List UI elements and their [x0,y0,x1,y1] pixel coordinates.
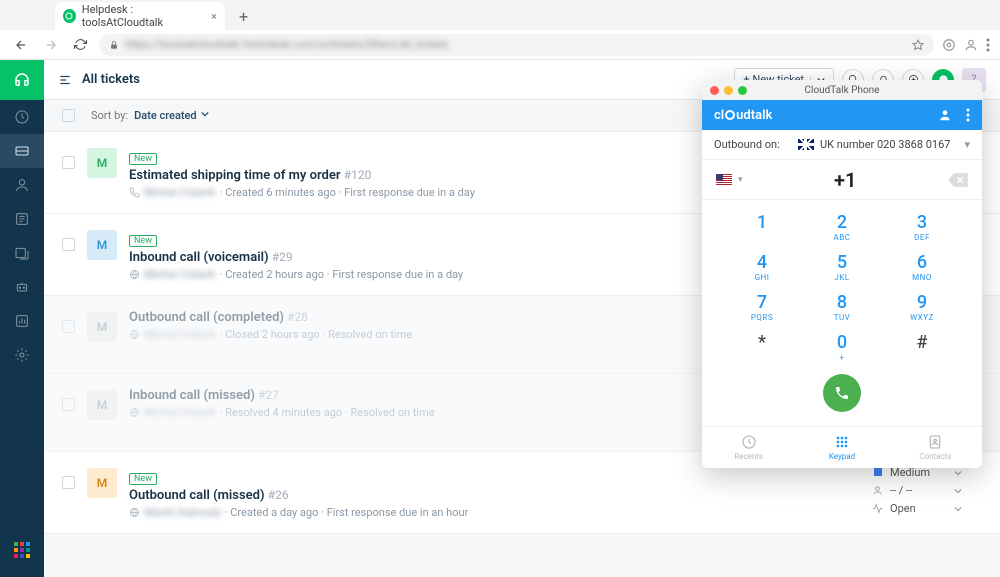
hamburger-icon[interactable] [58,73,72,87]
tab-contacts[interactable]: Contacts [889,427,982,468]
requester-name: Michal Cislarik [144,268,216,281]
sidebar-admin[interactable] [0,338,44,372]
select-all-checkbox[interactable] [62,109,75,122]
chevron-down-icon[interactable]: ▾ [964,138,970,151]
keypad-5[interactable]: 5JKL [802,252,882,282]
freshdesk-favicon [63,9,76,23]
menu-icon[interactable] [986,38,990,52]
requester-avatar: M [87,312,117,342]
phone-tabs: Recents Keypad Contacts [702,426,982,468]
sidebar-analytics[interactable] [0,304,44,338]
tab-title: Helpdesk : toolsAtCloudtalk [82,3,205,29]
dialpad: 1 2ABC3DEF 4GHI5JKL6MNO 7PQRS8TUV9WXYZ * 0+… [702,200,982,368]
phone-icon [129,187,140,198]
phone-window-title: CloudTalk Phone [702,85,982,96]
sidebar-forums[interactable] [0,236,44,270]
status-badge: New [129,235,157,247]
sidebar-contacts[interactable] [0,168,44,202]
ticket-id: #29 [272,250,293,264]
address-bar[interactable]: https://toolsatcloudtalk.freshdesk.com/a… [99,34,934,56]
browser-toolbar: https://toolsatcloudtalk.freshdesk.com/a… [0,30,1000,60]
ticket-id: #26 [268,488,289,502]
forward-button[interactable] [40,36,62,54]
globe-icon [129,329,140,340]
sidebar-tickets[interactable] [0,134,44,168]
phone-titlebar: CloudTalk Phone [702,80,982,100]
ticket-checkbox[interactable] [62,320,75,333]
sort-label: Sort by: [91,109,128,122]
sidebar-apps[interactable] [0,533,44,567]
back-button[interactable] [10,36,32,54]
profile-icon[interactable] [938,108,952,122]
phone-header: cludtalk [702,100,982,130]
browser-tab[interactable]: Helpdesk : toolsAtCloudtalk × [55,2,225,30]
globe-icon [129,407,140,418]
keypad-2[interactable]: 2ABC [802,212,882,242]
close-tab-icon[interactable]: × [211,10,217,23]
number-input-row: ▾ +1 [702,160,982,200]
sidebar-solutions[interactable] [0,202,44,236]
sort-value[interactable]: Date created [134,109,209,122]
backspace-icon[interactable] [948,173,968,187]
keypad-3[interactable]: 3DEF [882,212,962,242]
cloudtalk-phone-window: CloudTalk Phone cludtalk Outbound on: UK… [702,80,982,468]
keypad-7[interactable]: 7PQRS [722,292,802,322]
outbound-number: UK number 020 3868 0167 [820,138,950,151]
number-input[interactable]: +1 [743,168,948,192]
us-flag-icon[interactable] [716,174,732,185]
keypad-0[interactable]: 0+ [802,332,882,362]
requester-name: Michal Cislarik [144,186,216,199]
reload-button[interactable] [70,36,91,53]
status-badge: New [129,473,157,485]
globe-icon [129,507,140,518]
more-icon[interactable] [966,108,970,122]
status-badge: New [129,153,157,165]
ticket-id: #27 [258,388,279,402]
outbound-selector[interactable]: Outbound on: UK number 020 3868 0167 ▾ [702,130,982,160]
ticket-id: #120 [344,168,372,182]
ticket-checkbox[interactable] [62,476,75,489]
keypad-6[interactable]: 6MNO [882,252,962,282]
requester-avatar: M [87,148,117,178]
ticket-checkbox[interactable] [62,398,75,411]
profile-icon[interactable] [964,38,978,52]
freshdesk-logo[interactable] [0,60,44,100]
keypad-1[interactable]: 1 [722,212,802,242]
keypad-8[interactable]: 8TUV [802,292,882,322]
ticket-checkbox[interactable] [62,156,75,169]
agent-selector[interactable]: -- / -- [872,484,962,497]
sidebar-bot[interactable] [0,270,44,304]
lock-icon [109,40,119,50]
requester-avatar: M [87,390,117,420]
page-title: All tickets [82,72,140,87]
uk-flag-icon [798,139,814,150]
requester-name: Michal Cislarik [144,406,216,419]
tab-keypad[interactable]: Keypad [795,427,888,468]
requester-name: Martin Kalivoda [144,506,221,519]
keypad-*[interactable]: * [722,332,802,362]
star-icon[interactable] [912,39,924,51]
sidebar-dashboard[interactable] [0,100,44,134]
extension-icon[interactable] [942,38,956,52]
requester-name: Michal Cislarik [144,328,216,341]
browser-tab-strip: Helpdesk : toolsAtCloudtalk × + [0,0,1000,30]
requester-avatar: M [87,230,117,260]
outbound-label: Outbound on: [714,138,780,151]
cloudtalk-logo: cludtalk [714,108,772,123]
keypad-#[interactable]: # [882,332,962,362]
ticket-checkbox[interactable] [62,238,75,251]
sidebar [0,60,44,577]
tab-recents[interactable]: Recents [702,427,795,468]
keypad-9[interactable]: 9WXYZ [882,292,962,322]
requester-avatar: M [87,468,117,498]
url-text: https://toolsatcloudtalk.freshdesk.com/a… [125,38,448,51]
ticket-id: #28 [287,310,308,324]
ticket-title[interactable]: Outbound call (missed) #26 [129,488,860,503]
new-tab-button[interactable]: + [233,3,254,30]
keypad-4[interactable]: 4GHI [722,252,802,282]
status-selector[interactable]: Open [872,502,962,515]
globe-icon [129,269,140,280]
call-button[interactable] [823,374,861,412]
